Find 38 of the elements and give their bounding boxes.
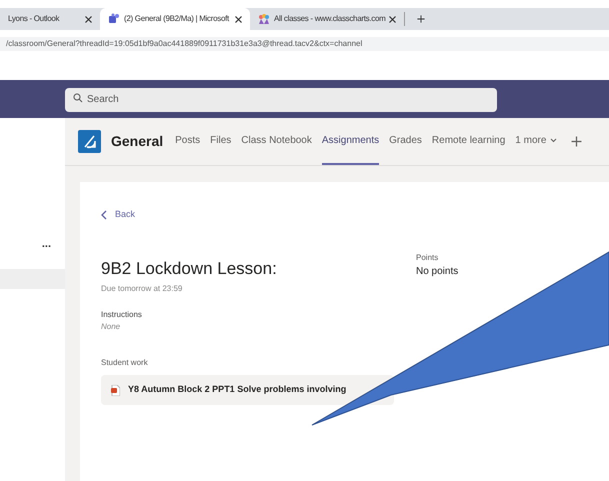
points-value: No points — [416, 264, 458, 278]
channel-tab[interactable]: Assignments — [322, 118, 380, 165]
tab-title: (2) General (9B2/Ma) | Microsoft — [124, 13, 230, 25]
team-logo-icon — [78, 130, 101, 153]
browser-tab[interactable]: All classes - www.classcharts.com — [250, 8, 400, 30]
new-tab-icon[interactable] — [417, 15, 425, 23]
add-tab-icon[interactable] — [571, 136, 582, 147]
due-date: Due tomorrow at 23:59 — [101, 283, 184, 295]
address-bar[interactable]: /classroom/General?threadId=19:05d1bf9a0ac441889f0911731b31e3a3@thread.tacv2&ctx=channel — [0, 37, 609, 51]
browser-tab[interactable]: Lyons - Outlook — [0, 8, 100, 30]
tab-title: Lyons - Outlook — [8, 13, 60, 25]
close-icon[interactable] — [85, 16, 92, 22]
channel-tab[interactable]: Posts — [175, 118, 200, 165]
chevron-down-icon — [550, 138, 558, 143]
teams-icon — [108, 13, 120, 25]
file-attachment[interactable]: Y8 Autumn Block 2 PPT1 Solve problems involving — [101, 375, 394, 405]
assignment-title: 9B2 Lockdown Lesson: — [101, 258, 278, 280]
channel-tab[interactable]: 1 more — [515, 118, 558, 165]
powerpoint-file-icon — [111, 384, 120, 396]
channel-tab[interactable]: Grades — [389, 118, 422, 165]
channel-tab[interactable]: Remote learning — [432, 118, 506, 165]
people-icon — [258, 13, 270, 25]
channel-name: General — [111, 132, 164, 151]
instructions-label: Instructions — [101, 309, 143, 321]
instructions-text: None — [101, 321, 122, 333]
file-name: Y8 Autumn Block 2 PPT1 Solve problems involving — [128, 383, 346, 396]
search-icon — [73, 93, 83, 104]
points-label: Points — [416, 252, 440, 264]
more-options[interactable]: ... — [42, 236, 51, 252]
close-icon[interactable] — [389, 16, 396, 22]
close-icon[interactable] — [235, 16, 242, 22]
tab-title: All classes - www.classcharts.com — [274, 13, 386, 25]
browser-tab[interactable]: (2) General (9B2/Ma) | Microsoft — [100, 8, 250, 30]
search-field[interactable]: Search — [65, 88, 497, 112]
back-link[interactable]: Back — [101, 208, 136, 222]
channel-tab[interactable]: Class Notebook — [241, 118, 312, 165]
channel-tab[interactable]: Files — [210, 118, 232, 165]
student-work-label: Student work — [101, 357, 149, 369]
